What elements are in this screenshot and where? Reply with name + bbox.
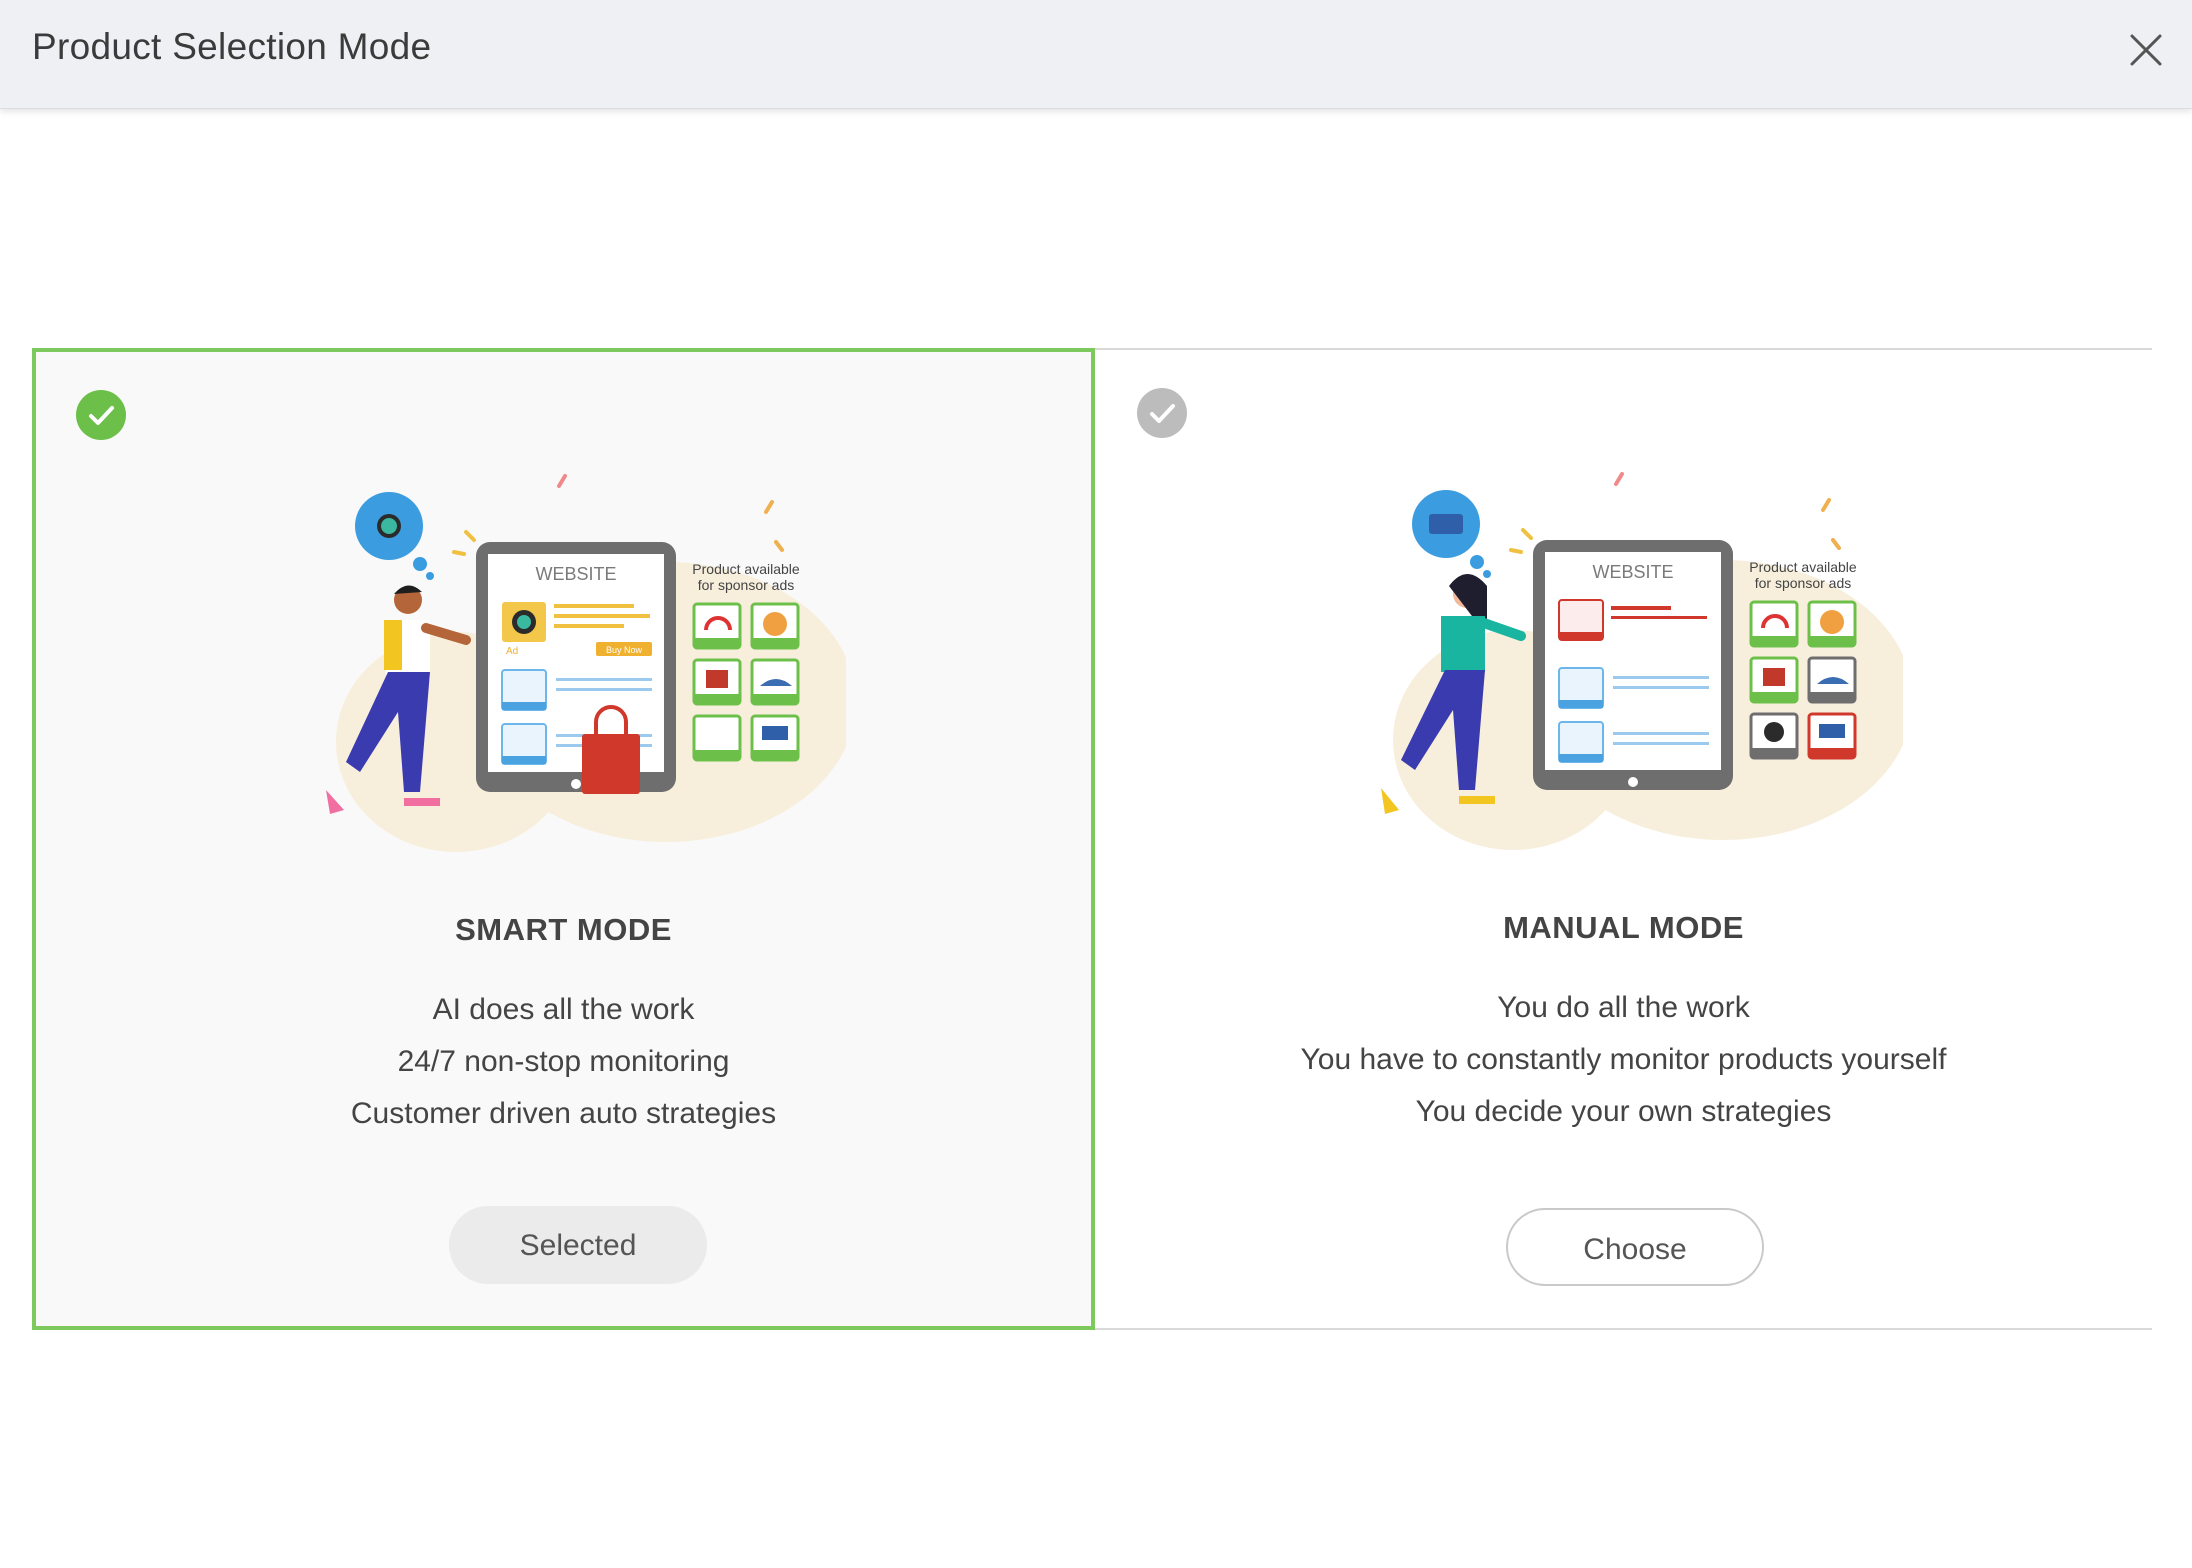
feature-item: 24/7 non-stop monitoring bbox=[397, 1045, 730, 1078]
selected-check-icon bbox=[76, 390, 126, 440]
ad-label: Ad bbox=[506, 646, 518, 657]
feature-list: You do all the work You have to constant… bbox=[1095, 982, 2152, 1138]
screen-label: WEBSITE bbox=[1592, 562, 1673, 582]
screen-label: WEBSITE bbox=[535, 564, 616, 584]
close-icon[interactable] bbox=[2126, 30, 2166, 70]
smart-mode-card[interactable]: WEBSITE Ad Buy Now Product available for… bbox=[32, 348, 1095, 1330]
feature-item: You have to constantly monitor products … bbox=[1300, 1043, 1947, 1076]
buy-now-label: Buy Now bbox=[606, 645, 643, 655]
feature-item: Customer driven auto strategies bbox=[350, 1097, 777, 1130]
unselected-check-icon[interactable] bbox=[1137, 388, 1187, 438]
feature-item: You do all the work bbox=[1497, 991, 1750, 1024]
manual-mode-card[interactable]: WEBSITE Product available for sponsor ad… bbox=[1095, 350, 2152, 1328]
feature-item: You decide your own strategies bbox=[1415, 1095, 1832, 1128]
choose-button[interactable]: Choose bbox=[1506, 1208, 1764, 1286]
mode-title: MANUAL MODE bbox=[1503, 910, 1744, 945]
smart-mode-illustration: WEBSITE Ad Buy Now Product available for… bbox=[306, 472, 846, 872]
feature-item: AI does all the work bbox=[432, 993, 695, 1026]
mode-title: SMART MODE bbox=[455, 912, 672, 947]
panel-label-line2: for sponsor ads bbox=[698, 577, 795, 593]
panel-label-line1: Product available bbox=[692, 561, 800, 577]
dialog-title: Product Selection Mode bbox=[32, 26, 432, 67]
feature-list: AI does all the work 24/7 non-stop monit… bbox=[36, 984, 1091, 1140]
dialog-header: Product Selection Mode bbox=[0, 0, 2192, 109]
selected-button[interactable]: Selected bbox=[449, 1206, 707, 1284]
panel-label-line1: Product available bbox=[1749, 559, 1857, 575]
manual-mode-illustration: WEBSITE Product available for sponsor ad… bbox=[1363, 470, 1903, 870]
panel-label-line2: for sponsor ads bbox=[1755, 575, 1852, 591]
mode-cards: WEBSITE Ad Buy Now Product available for… bbox=[32, 348, 2152, 1330]
